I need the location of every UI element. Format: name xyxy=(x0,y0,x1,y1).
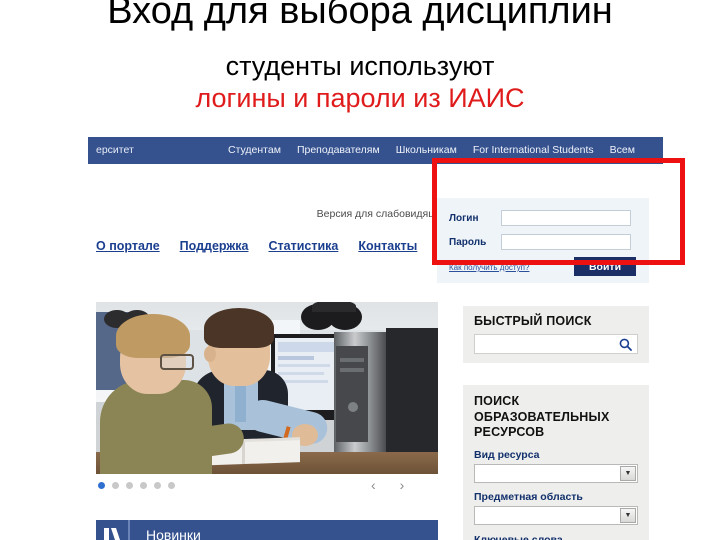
login-input[interactable] xyxy=(501,210,631,226)
subject-area-select[interactable]: ▼ xyxy=(474,506,638,525)
novinki-label: Новинки xyxy=(146,527,201,540)
nav-item-everyone[interactable]: Всем xyxy=(610,144,635,156)
login-label: Логин xyxy=(449,212,479,224)
keywords-label: Ключевые слова xyxy=(474,534,563,540)
carousel-arrows: ‹ › xyxy=(371,478,404,492)
photo-carousel: ‹ › xyxy=(96,302,438,497)
site-content: Версия для слабовидящих О портале Поддер… xyxy=(88,164,663,540)
resource-search-widget: ПОИСК ОБРАЗОВАТЕЛЬНЫХ РЕСУРСОВ Вид ресур… xyxy=(463,385,649,540)
resource-type-select[interactable]: ▼ xyxy=(474,464,638,483)
accessibility-version-link[interactable]: Версия для слабовидящих xyxy=(288,208,448,220)
site-brand: ерситет xyxy=(96,144,134,156)
quick-search-input[interactable] xyxy=(474,334,638,354)
carousel-dot[interactable] xyxy=(140,482,147,489)
util-link-contacts[interactable]: Контакты xyxy=(358,239,417,253)
carousel-dots xyxy=(98,482,175,489)
quick-search-title: БЫСТРЫЙ ПОИСК xyxy=(474,314,592,328)
util-link-about[interactable]: О портале xyxy=(96,239,160,253)
nav-item-schoolchildren[interactable]: Школьникам xyxy=(396,144,457,156)
nav-item-students[interactable]: Студентам xyxy=(228,144,281,156)
util-link-statistics[interactable]: Статистика xyxy=(268,239,338,253)
password-input[interactable] xyxy=(501,234,631,250)
login-panel: Логин Пароль Как получить доступ? Войти xyxy=(437,198,649,283)
carousel-prev-icon[interactable]: ‹ xyxy=(371,478,376,492)
nav-item-international[interactable]: For International Students xyxy=(473,144,594,156)
nav-item-teachers[interactable]: Преподавателям xyxy=(297,144,380,156)
chevron-down-icon[interactable]: ▼ xyxy=(620,466,636,481)
carousel-dot[interactable] xyxy=(112,482,119,489)
magnifier-icon[interactable] xyxy=(619,338,632,356)
carousel-photo xyxy=(96,302,438,474)
carousel-dot[interactable] xyxy=(168,482,175,489)
slide-title-subtitle: студенты используют xyxy=(225,51,495,81)
slide-title-highlight: логины и пароли из ИАИС xyxy=(195,83,525,113)
resource-search-title: ПОИСК ОБРАЗОВАТЕЛЬНЫХ РЕСУРСОВ xyxy=(474,394,610,440)
carousel-dot[interactable] xyxy=(98,482,105,489)
novinki-banner[interactable]: Новинки xyxy=(96,520,438,540)
carousel-dot[interactable] xyxy=(126,482,133,489)
subject-area-label: Предметная область xyxy=(474,491,583,503)
resource-type-label: Вид ресурса xyxy=(474,449,540,461)
book-icon xyxy=(96,520,130,540)
how-to-get-access-link[interactable]: Как получить доступ? xyxy=(449,263,529,272)
util-link-support[interactable]: Поддержка xyxy=(180,239,249,253)
slide-canvas: Вход для выбора дисциплин студенты испол… xyxy=(0,0,720,540)
site-navbar: ерситет Студентам Преподавателям Школьни… xyxy=(88,137,663,164)
password-row: Пароль xyxy=(449,234,631,250)
utility-links: О портале Поддержка Статистика Контакты xyxy=(96,239,417,253)
carousel-dot[interactable] xyxy=(154,482,161,489)
navbar-links: Студентам Преподавателям Школьникам For … xyxy=(228,144,635,156)
password-label: Пароль xyxy=(449,236,487,248)
login-submit-button[interactable]: Войти xyxy=(574,257,636,276)
slide-title-main: Вход для выбора дисциплин xyxy=(107,0,613,32)
website-screenshot: ерситет Студентам Преподавателям Школьни… xyxy=(88,137,663,540)
quick-search-widget: БЫСТРЫЙ ПОИСК xyxy=(463,306,649,363)
carousel-next-icon[interactable]: › xyxy=(400,478,405,492)
login-row: Логин xyxy=(449,210,631,226)
chevron-down-icon[interactable]: ▼ xyxy=(620,508,636,523)
